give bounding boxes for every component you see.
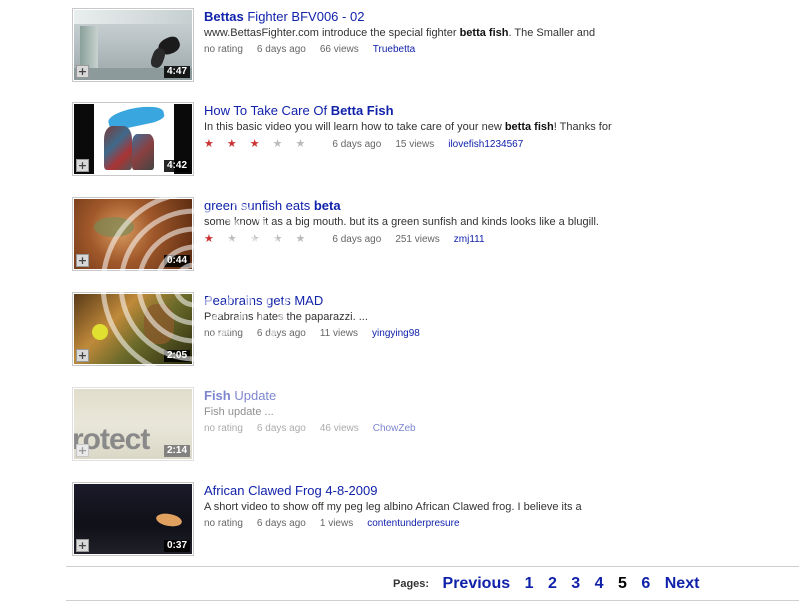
video-description: In this basic video you will learn how t… [204, 121, 612, 133]
page-link-1[interactable]: 1 [525, 575, 534, 592]
add-to-quicklist-icon[interactable]: + [76, 349, 89, 362]
video-thumbnail[interactable]: + 2:05 [72, 292, 194, 366]
result-item-5: rotect + 2:14 Fish Update Fish update ..… [72, 387, 792, 463]
result-item-1: + 4:47 Bettas Fighter BFV006 - 02 www.Be… [72, 8, 792, 84]
video-meta: no rating 6 days ago 1 views contentunderpr… [204, 517, 794, 531]
upload-age: 6 days ago [256, 423, 306, 434]
result-item-6: + 0:37 African Clawed Frog 4-8-2009 A sh… [72, 482, 792, 558]
rating-text: no rating [204, 518, 243, 529]
add-to-quicklist-icon[interactable]: + [76, 65, 89, 78]
video-title-link[interactable]: green sunfish eats beta [204, 197, 794, 214]
uploader-link[interactable]: zmj111 [454, 234, 485, 245]
video-thumbnail[interactable]: + 4:42 [72, 102, 194, 176]
add-to-quicklist-icon[interactable]: + [76, 159, 89, 172]
video-duration: 4:42 [163, 160, 190, 172]
star-empty-icon: ★ [272, 138, 283, 150]
page-link-6[interactable]: 6 [641, 575, 650, 592]
uploader-link[interactable]: yingying98 [372, 328, 420, 339]
video-duration: 0:44 [163, 255, 190, 267]
uploader-link[interactable]: ilovefish1234567 [448, 139, 523, 150]
view-count: 15 views [395, 139, 435, 150]
previous-page-link[interactable]: Previous [443, 575, 511, 592]
video-duration: 4:47 [163, 66, 190, 78]
video-description: Fish update ... [204, 406, 274, 418]
page-link-4[interactable]: 4 [595, 575, 604, 592]
current-page-5: 5 [618, 575, 627, 592]
star-rating: ★ ★ ★ ★ ★ [204, 233, 318, 245]
add-to-quicklist-icon[interactable]: + [76, 254, 89, 267]
rating-text: no rating [204, 423, 243, 434]
upload-age: 6 days ago [256, 44, 306, 55]
video-meta: ★ ★ ★ ★ ★ 6 days ago 251 views zmj111 [204, 232, 794, 247]
view-count: 1 views [319, 518, 354, 529]
result-item-4: + 2:05 Peabrains gets MAD Peabrains hate… [72, 292, 792, 368]
uploader-link[interactable]: Truebetta [373, 44, 415, 55]
video-duration: 2:05 [163, 350, 190, 362]
video-thumbnail[interactable]: + 0:44 [72, 197, 194, 271]
star-empty-icon: ★ [226, 233, 237, 245]
video-title-link[interactable]: How To Take Care Of Betta Fish [204, 102, 794, 119]
video-title-link[interactable]: Fish Update [204, 387, 794, 404]
video-description: Peabrains hates the paparazzi. ... [204, 311, 368, 323]
video-title-link[interactable]: Bettas Fighter BFV006 - 02 [204, 8, 794, 25]
video-title-link[interactable]: Peabrains gets MAD [204, 292, 794, 309]
pager-label: Pages: [393, 578, 430, 590]
star-filled-icon: ★ [204, 138, 214, 150]
star-empty-icon: ★ [295, 233, 306, 245]
uploader-link[interactable]: contentunderpresure [367, 518, 459, 529]
video-meta: no rating 6 days ago 66 views Truebetta [204, 43, 794, 57]
divider-top [66, 566, 799, 567]
upload-age: 6 days ago [256, 518, 306, 529]
video-thumbnail[interactable]: + 4:47 [72, 8, 194, 82]
video-duration: 2:14 [163, 445, 190, 457]
rating-text: no rating [204, 328, 243, 339]
upload-age: 6 days ago [256, 328, 306, 339]
video-description: A short video to show off my peg leg alb… [204, 501, 582, 513]
rating-text: no rating [204, 44, 243, 55]
upload-age: 6 days ago [332, 139, 382, 150]
pagination: Pages: Previous 1 2 3 4 5 6 Next [393, 575, 704, 595]
video-title-link[interactable]: African Clawed Frog 4-8-2009 [204, 482, 794, 499]
star-filled-icon: ★ [249, 138, 260, 150]
video-meta: ★ ★ ★ ★ ★ 6 days ago 15 views ilovefish1234567 [204, 137, 794, 152]
next-page-link[interactable]: Next [665, 575, 700, 592]
video-thumbnail[interactable]: rotect + 2:14 [72, 387, 194, 461]
add-to-quicklist-icon[interactable]: + [76, 539, 89, 552]
result-item-2: + 4:42 How To Take Care Of Betta Fish In… [72, 102, 792, 178]
result-item-3: + 0:44 green sunfish eats beta some know… [72, 197, 792, 273]
video-duration: 0:37 [163, 540, 190, 552]
divider-bottom [66, 600, 799, 601]
video-description: www.BettasFighter.com introduce the spec… [204, 27, 596, 39]
view-count: 251 views [395, 234, 440, 245]
star-filled-icon: ★ [204, 233, 214, 245]
page-link-3[interactable]: 3 [571, 575, 580, 592]
video-meta: no rating 6 days ago 11 views yingying98 [204, 327, 794, 341]
video-meta: no rating 6 days ago 46 views ChowZeb [204, 422, 794, 436]
star-empty-icon: ★ [249, 233, 260, 245]
view-count: 66 views [319, 44, 359, 55]
upload-age: 6 days ago [332, 234, 382, 245]
add-to-quicklist-icon[interactable]: + [76, 444, 89, 457]
view-count: 46 views [319, 423, 359, 434]
video-description: some know it as a big mouth. but its a g… [204, 216, 599, 228]
search-results-page: + 4:47 Bettas Fighter BFV006 - 02 www.Be… [0, 0, 799, 608]
video-thumbnail[interactable]: + 0:37 [72, 482, 194, 556]
star-empty-icon: ★ [272, 233, 283, 245]
star-empty-icon: ★ [295, 138, 306, 150]
star-filled-icon: ★ [226, 138, 237, 150]
star-rating: ★ ★ ★ ★ ★ [204, 138, 318, 150]
uploader-link[interactable]: ChowZeb [373, 423, 416, 434]
page-link-2[interactable]: 2 [548, 575, 557, 592]
view-count: 11 views [319, 328, 359, 339]
